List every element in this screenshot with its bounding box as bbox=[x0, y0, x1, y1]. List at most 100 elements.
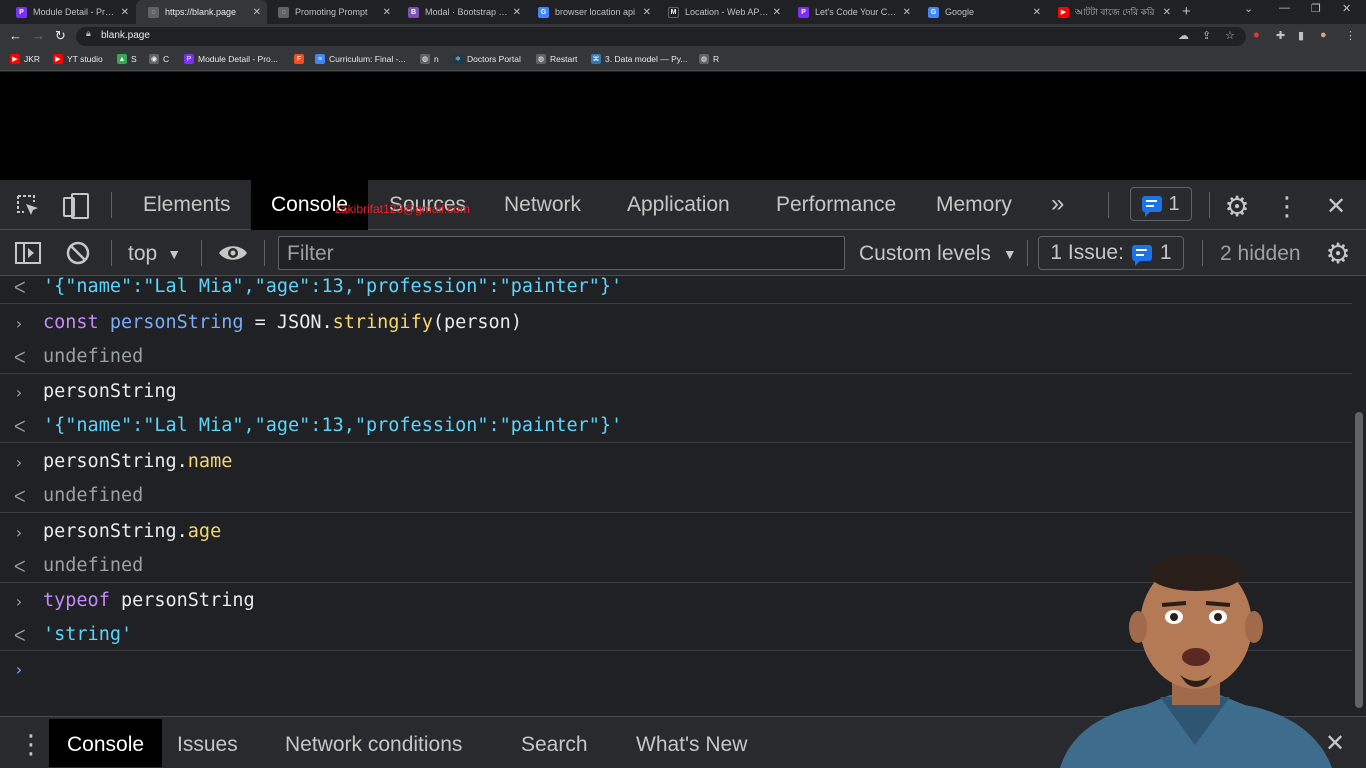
share-icon[interactable]: ⇪ bbox=[1202, 29, 1211, 42]
browser-tab[interactable]: P Module Detail - Progr ✕ bbox=[4, 0, 135, 24]
close-icon[interactable]: ✕ bbox=[773, 7, 781, 18]
clear-console-icon[interactable] bbox=[64, 240, 92, 266]
minimize-icon[interactable]: — bbox=[1279, 2, 1290, 14]
bookmark-item[interactable]: ◍ n bbox=[420, 54, 439, 64]
issues-counter-button[interactable]: 1 bbox=[1130, 187, 1192, 221]
drawer-tab-issues[interactable]: Issues bbox=[177, 733, 238, 757]
bookmark-label: JKR bbox=[24, 54, 41, 64]
log-levels-dropdown[interactable]: Custom levels ▼ bbox=[859, 242, 1017, 266]
code-token: = JSON. bbox=[243, 312, 333, 333]
browser-tab[interactable]: G Google ✕ bbox=[916, 0, 1047, 24]
browser-tab[interactable]: B Modal · Bootstrap v5.3 ✕ bbox=[396, 0, 527, 24]
show-sidebar-icon[interactable] bbox=[13, 240, 43, 266]
result-value: undefined bbox=[43, 485, 144, 506]
bookmark-item[interactable]: ▶ YT studio bbox=[53, 54, 103, 64]
new-tab-icon[interactable]: + bbox=[1182, 3, 1191, 20]
puzzle-icon[interactable]: ✚ bbox=[1276, 29, 1285, 42]
close-icon[interactable]: ✕ bbox=[1033, 7, 1041, 18]
browser-tab[interactable]: G browser location api ✕ bbox=[526, 0, 657, 24]
toolbar-divider bbox=[1027, 240, 1028, 266]
bookmark-item[interactable]: P Module Detail - Pro... bbox=[184, 54, 278, 64]
bookmark-item[interactable]: ◍ Restart bbox=[536, 54, 577, 64]
close-icon[interactable]: ✕ bbox=[121, 7, 129, 18]
browser-tab[interactable]: M Location - Web APIs | ✕ bbox=[656, 0, 787, 24]
inspect-element-icon[interactable] bbox=[14, 192, 42, 220]
browser-tab[interactable]: ◌ Promoting Prompt ✕ bbox=[266, 0, 397, 24]
react-icon: ⚛ bbox=[453, 54, 463, 64]
forward-icon[interactable]: → bbox=[32, 28, 45, 43]
maximize-icon[interactable]: ❐ bbox=[1311, 2, 1321, 15]
url-box[interactable] bbox=[76, 27, 1246, 46]
result-value[interactable]: '{"name":"Lal Mia","age":13,"profession"… bbox=[43, 276, 622, 297]
tab-network[interactable]: Network bbox=[504, 193, 581, 217]
more-options-icon[interactable]: ⋮ bbox=[1274, 191, 1300, 221]
url-text[interactable]: blank.page bbox=[101, 30, 150, 41]
more-tabs-icon[interactable]: » bbox=[1051, 190, 1064, 218]
tab-elements[interactable]: Elements bbox=[143, 193, 231, 217]
scrollbar-thumb[interactable] bbox=[1355, 412, 1363, 708]
youtube-icon: ▶ bbox=[10, 54, 20, 64]
bookmark-item[interactable]: ⚛ Doctors Portal bbox=[453, 54, 521, 64]
drawer-tab-search[interactable]: Search bbox=[521, 733, 588, 757]
close-icon[interactable]: ✕ bbox=[383, 7, 391, 18]
context-selector[interactable]: top ▼ bbox=[128, 242, 181, 266]
star-icon[interactable]: ☆ bbox=[1225, 29, 1235, 42]
bookmark-item[interactable]: ▲ S bbox=[117, 54, 137, 64]
menu-icon[interactable]: ⋮ bbox=[1345, 29, 1356, 42]
reload-icon[interactable]: ↻ bbox=[55, 28, 66, 44]
live-expression-eye-icon[interactable] bbox=[216, 240, 250, 266]
back-icon[interactable]: ← bbox=[9, 28, 22, 43]
close-icon[interactable]: ✕ bbox=[253, 7, 261, 18]
close-icon[interactable]: ✕ bbox=[1163, 7, 1171, 18]
input-code[interactable]: personString.age bbox=[43, 521, 221, 542]
extension-icon[interactable]: ● bbox=[1253, 29, 1260, 41]
row-divider bbox=[0, 303, 1352, 304]
result-arrow-icon: ᐸ bbox=[14, 278, 26, 297]
tab-search-icon[interactable]: ⌄ bbox=[1244, 2, 1253, 15]
avatar[interactable]: ● bbox=[1320, 29, 1327, 41]
device-toolbar-icon[interactable] bbox=[62, 192, 92, 220]
console-settings-gear-icon[interactable]: ⚙ bbox=[1323, 238, 1353, 269]
bookmark-item[interactable]: ▶ JKR bbox=[10, 54, 40, 64]
cloud-icon[interactable]: ☁ bbox=[1178, 29, 1189, 42]
close-devtools-icon[interactable]: ✕ bbox=[1322, 192, 1350, 220]
close-icon[interactable]: ✕ bbox=[903, 7, 911, 18]
figma-icon: F bbox=[294, 54, 304, 64]
input-code[interactable]: typeof personString bbox=[43, 590, 255, 611]
input-code[interactable]: const personString = JSON.stringify(pers… bbox=[43, 312, 522, 333]
tab-application[interactable]: Application bbox=[627, 193, 730, 217]
input-prompt-icon: › bbox=[14, 592, 24, 611]
tab-memory[interactable]: Memory bbox=[936, 193, 1012, 217]
tab-performance[interactable]: Performance bbox=[776, 193, 896, 217]
issues-button[interactable]: 1 Issue: 1 bbox=[1038, 236, 1184, 270]
bookmark-item[interactable]: ◉ C bbox=[149, 54, 169, 64]
drawer-menu-icon[interactable]: ⋮ bbox=[18, 729, 44, 760]
bookmark-item[interactable]: ⌘ 3. Data model — Py... bbox=[591, 54, 688, 64]
sidepanel-icon[interactable]: ▮ bbox=[1298, 29, 1304, 42]
lock-icon[interactable]: 🔒︎ bbox=[86, 28, 91, 39]
bookmark-item[interactable]: ◍ R bbox=[699, 54, 719, 64]
input-code[interactable]: personString bbox=[43, 381, 177, 402]
close-icon[interactable]: ✕ bbox=[513, 7, 521, 18]
browser-tab[interactable]: P Let's Code Your Caree ✕ bbox=[786, 0, 917, 24]
prompt-chevron-icon: › bbox=[14, 660, 24, 679]
input-code[interactable]: personString.name bbox=[43, 451, 232, 472]
drawer-tab-console[interactable]: Console bbox=[49, 719, 163, 767]
settings-gear-icon[interactable]: ⚙ bbox=[1222, 191, 1252, 222]
function-token: stringify bbox=[332, 312, 433, 333]
browser-tab[interactable]: ▶ আটটা বাজে দেরি করি ✕ bbox=[1046, 0, 1177, 24]
filter-input[interactable]: Filter bbox=[278, 236, 845, 270]
bookmark-label: Module Detail - Pro... bbox=[198, 54, 278, 64]
bookmark-label: n bbox=[434, 54, 439, 64]
tab-title: Module Detail - Progr bbox=[33, 7, 117, 17]
bookmark-item[interactable]: F bbox=[294, 54, 308, 64]
result-value[interactable]: '{"name":"Lal Mia","age":13,"profession"… bbox=[43, 415, 622, 436]
toolbar-divider bbox=[111, 240, 112, 266]
bookmark-item[interactable]: ≡ Curriculum: Final -... bbox=[315, 54, 406, 64]
result-value[interactable]: 'string' bbox=[43, 624, 132, 645]
drawer-tab-whats-new[interactable]: What's New bbox=[636, 733, 747, 757]
close-window-icon[interactable]: ✕ bbox=[1342, 2, 1351, 15]
drawer-tab-network-conditions[interactable]: Network conditions bbox=[285, 733, 462, 757]
close-icon[interactable]: ✕ bbox=[643, 7, 651, 18]
browser-tab-active[interactable]: ◌ https://blank.page ✕ bbox=[136, 0, 267, 24]
